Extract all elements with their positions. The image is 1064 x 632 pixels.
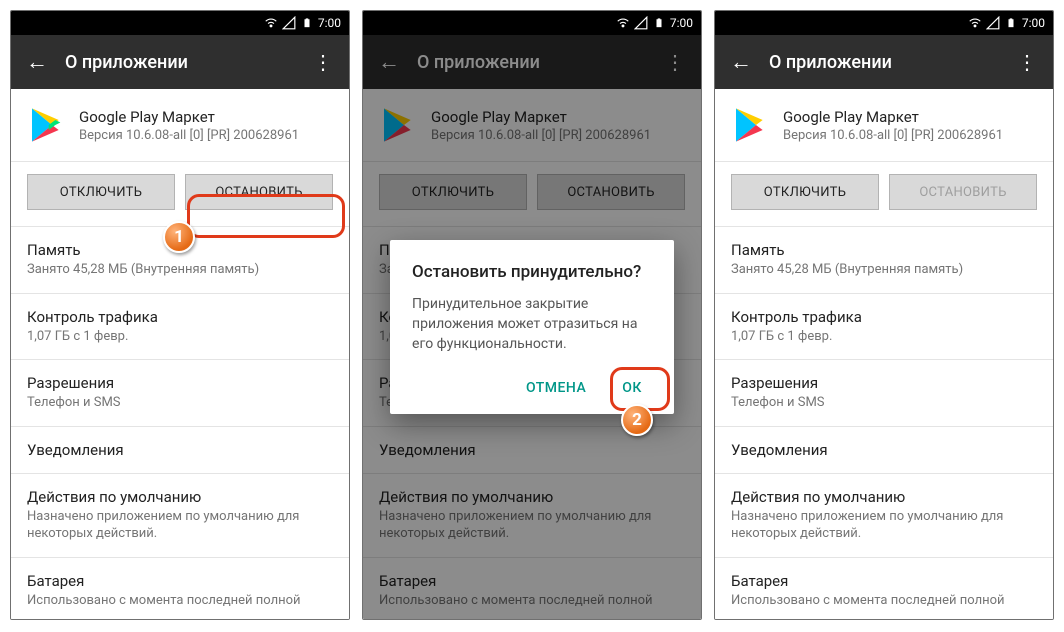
wifi-icon	[968, 16, 982, 30]
more-icon[interactable]: ⋮	[1009, 44, 1045, 80]
play-store-icon	[27, 105, 67, 145]
row-sub: Занято 45,28 МБ (Внутренняя память)	[27, 261, 333, 279]
row-traffic[interactable]: Контроль трафика1,07 ГБ с 1 февр.	[715, 294, 1053, 361]
status-bar: 7:00	[715, 11, 1053, 35]
dialog-title: Остановить принудительно?	[412, 262, 652, 282]
more-icon[interactable]: ⋮	[305, 44, 341, 80]
app-version: Версия 10.6.08-all [0] [PR] 200628961	[783, 128, 1003, 143]
back-icon[interactable]: ←	[19, 44, 55, 80]
status-bar: 7:00	[363, 11, 701, 35]
dialog-message: Принудительное закрытие приложения может…	[412, 294, 652, 355]
modal-overlay: Остановить принудительно? Принудительное…	[363, 35, 701, 619]
row-defaults[interactable]: Действия по умолчаниюНазначено приложени…	[715, 474, 1053, 558]
wifi-icon	[616, 16, 630, 30]
button-row: ОТКЛЮЧИТЬ ОСТАНОВИТЬ	[11, 162, 349, 227]
row-sub: Назначено приложением по умолчанию для н…	[27, 508, 333, 543]
disable-button[interactable]: ОТКЛЮЧИТЬ	[27, 174, 175, 210]
app-bar: ← О приложении ⋮	[11, 35, 349, 89]
phone-3: 7:00 ← О приложении ⋮ Google Play Маркет…	[714, 10, 1054, 620]
dialog-actions: ОТМЕНА ОК	[412, 372, 652, 404]
status-bar: 7:00	[11, 11, 349, 35]
play-store-icon	[731, 105, 771, 145]
stop-button-disabled: ОСТАНОВИТЬ	[889, 174, 1037, 210]
row-battery[interactable]: БатареяИспользовано с момента последней …	[715, 558, 1053, 619]
battery-icon	[300, 16, 314, 30]
battery-icon	[1004, 16, 1018, 30]
row-notifications[interactable]: Уведомления	[715, 427, 1053, 474]
row-battery[interactable]: Батарея Использовано с момента последней…	[11, 558, 349, 619]
row-title: Уведомления	[27, 441, 333, 459]
phone-2: 7:00 ← О приложении ⋮ Google Play Маркет…	[362, 10, 702, 620]
signal-icon	[282, 16, 296, 30]
app-bar: ← О приложении ⋮	[715, 35, 1053, 89]
clock: 7:00	[670, 16, 693, 30]
row-title: Память	[27, 241, 333, 259]
signal-icon	[634, 16, 648, 30]
app-header: Google Play Маркет Версия 10.6.08-all [0…	[11, 89, 349, 162]
page-title: О приложении	[55, 52, 305, 73]
battery-icon	[652, 16, 666, 30]
force-stop-dialog: Остановить принудительно? Принудительное…	[390, 240, 674, 415]
phone-1: 7:00 ← О приложении ⋮ Google Play Маркет…	[10, 10, 350, 620]
app-name: Google Play Маркет	[79, 108, 299, 126]
row-memory[interactable]: ПамятьЗанято 45,28 МБ (Внутренняя память…	[715, 227, 1053, 294]
app-name: Google Play Маркет	[783, 108, 1003, 126]
row-title: Разрешения	[27, 374, 333, 392]
clock: 7:00	[318, 16, 341, 30]
button-row: ОТКЛЮЧИТЬ ОСТАНОВИТЬ	[715, 162, 1053, 227]
app-version: Версия 10.6.08-all [0] [PR] 200628961	[79, 128, 299, 143]
signal-icon	[986, 16, 1000, 30]
row-memory[interactable]: Память Занято 45,28 МБ (Внутренняя памят…	[11, 227, 349, 294]
row-title: Батарея	[27, 572, 333, 590]
stop-button[interactable]: ОСТАНОВИТЬ	[185, 174, 333, 210]
row-notifications[interactable]: Уведомления	[11, 427, 349, 474]
row-permissions[interactable]: РазрешенияТелефон и SMS	[715, 360, 1053, 427]
row-traffic[interactable]: Контроль трафика 1,07 ГБ с 1 февр.	[11, 294, 349, 361]
back-icon[interactable]: ←	[723, 44, 759, 80]
page-title: О приложении	[759, 52, 1009, 73]
cancel-button[interactable]: ОТМЕНА	[516, 372, 596, 404]
row-title: Действия по умолчанию	[27, 488, 333, 506]
row-defaults[interactable]: Действия по умолчанию Назначено приложен…	[11, 474, 349, 558]
row-sub: 1,07 ГБ с 1 февр.	[27, 328, 333, 346]
ok-button[interactable]: ОК	[612, 372, 652, 404]
app-header: Google Play Маркет Версия 10.6.08-all [0…	[715, 89, 1053, 162]
row-permissions[interactable]: Разрешения Телефон и SMS	[11, 360, 349, 427]
content: Google Play Маркет Версия 10.6.08-all [0…	[715, 89, 1053, 619]
wifi-icon	[264, 16, 278, 30]
row-sub: Телефон и SMS	[27, 394, 333, 412]
clock: 7:00	[1022, 16, 1045, 30]
disable-button[interactable]: ОТКЛЮЧИТЬ	[731, 174, 879, 210]
content: Google Play Маркет Версия 10.6.08-all [0…	[11, 89, 349, 619]
row-sub: Использовано с момента последней полной	[27, 592, 333, 610]
row-title: Контроль трафика	[27, 308, 333, 326]
